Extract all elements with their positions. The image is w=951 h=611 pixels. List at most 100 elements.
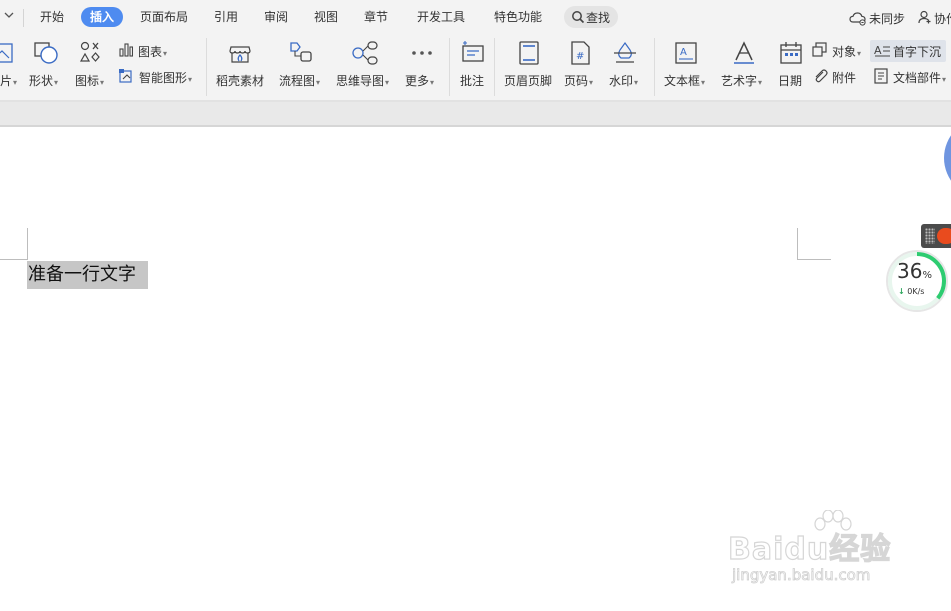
doc-parts-label: 文档部件: [893, 71, 942, 85]
memory-percent: 36%: [897, 259, 932, 283]
memory-percent-value: 36: [897, 259, 923, 283]
doc-parts-icon: [874, 68, 888, 84]
memory-percent-unit: %: [922, 270, 932, 281]
textbox-button[interactable]: A 文本框▾: [663, 40, 713, 92]
margin-corner-marker-right: [797, 228, 798, 260]
watermark-button[interactable]: 水印▾: [608, 40, 648, 92]
sogou-logo-icon: [937, 228, 951, 244]
page-number-icon: #: [571, 41, 590, 65]
search-icon: [572, 11, 585, 24]
daoke-material-label: 稻壳素材: [216, 74, 265, 88]
floating-toolbar-widget[interactable]: [921, 224, 951, 248]
bar-chart-icon: [119, 43, 133, 57]
object-icon: [812, 42, 827, 57]
search-label: 查找: [586, 11, 611, 25]
paperclip-icon: [815, 69, 828, 83]
tab-developer[interactable]: 开发工具: [417, 7, 465, 27]
date-button[interactable]: 日期: [776, 40, 806, 92]
collaborate-label: 协作: [934, 12, 951, 26]
more-dots-icon: [412, 51, 432, 55]
cloud-icon: [849, 12, 866, 26]
watermark-url: jingyan.baidu.com: [732, 566, 871, 585]
insert-ribbon: 片▾ 形状▾ 图标▾ 图表▾ 智能图形▾ 稻壳素材 流程图▾ 思维导图▾ 更多▾…: [0, 36, 951, 100]
user-icon: [918, 10, 931, 24]
drop-cap-label: 首字下沉: [893, 45, 942, 59]
ribbon-divider: [449, 38, 450, 96]
header-footer-icon: [519, 41, 539, 65]
date-label: 日期: [778, 74, 803, 88]
margin-corner-marker-right: [797, 259, 831, 260]
daoke-material-button[interactable]: 稻壳素材: [214, 40, 266, 92]
icons-library-icon: [79, 41, 100, 62]
comment-label: 批注: [460, 74, 485, 88]
picture-icon: [0, 43, 13, 63]
object-label: 对象: [832, 45, 857, 59]
search-button[interactable]: 查找: [564, 6, 618, 28]
icons-label: 图标: [75, 74, 100, 88]
tab-references[interactable]: 引用: [214, 7, 238, 27]
quick-access-dropdown-icon[interactable]: [4, 10, 16, 24]
watermark-label: 水印: [609, 74, 634, 88]
svg-text:A: A: [874, 44, 882, 57]
header-footer-button[interactable]: 页眉页脚: [503, 40, 555, 92]
drop-cap-button[interactable]: A 首字下沉: [870, 40, 946, 62]
drop-cap-icon: A: [874, 44, 890, 57]
attachment-label: 附件: [832, 71, 857, 85]
chart-label: 图表: [138, 45, 163, 59]
tab-special-features[interactable]: 特色功能: [494, 7, 542, 27]
mindmap-icon: [352, 41, 378, 65]
mindmap-button[interactable]: 思维导图▾: [335, 40, 395, 92]
svg-text:#: #: [576, 51, 584, 62]
tab-chapter[interactable]: 章节: [364, 7, 388, 27]
header-footer-label: 页眉页脚: [504, 74, 553, 88]
menu-divider: [23, 9, 24, 27]
calendar-icon: [780, 42, 802, 64]
textbox-label: 文本框: [664, 74, 701, 88]
more-button[interactable]: 更多▾: [404, 40, 440, 92]
wordart-button[interactable]: 艺术字▾: [720, 40, 770, 92]
comment-button[interactable]: 批注: [458, 40, 488, 92]
network-speed-widget[interactable]: 36% ↓ 0K/s: [885, 249, 949, 313]
watermark-brand: Baidu经验: [727, 531, 892, 567]
tab-page-layout[interactable]: 页面布局: [140, 7, 188, 27]
wps-writer-window: 开始 插入 页面布局 引用 审阅 视图 章节 开发工具 特色功能 查找 未同步: [0, 0, 951, 611]
sync-status-label: 未同步: [869, 12, 906, 26]
selected-document-text[interactable]: 准备一行文字: [27, 261, 148, 289]
tab-home[interactable]: 开始: [40, 7, 64, 27]
wordart-icon: [734, 41, 754, 64]
page-number-label: 页码: [564, 74, 589, 88]
download-arrow-icon: ↓: [898, 287, 905, 296]
flowchart-label: 流程图: [279, 74, 316, 88]
shape-icon: [34, 42, 58, 64]
tab-view[interactable]: 视图: [314, 7, 338, 27]
picture-label: 片: [0, 74, 13, 88]
page-number-button[interactable]: # 页码▾: [564, 40, 602, 92]
smart-shape-button[interactable]: 智能图形▾: [119, 67, 201, 87]
icons-button[interactable]: 图标▾: [74, 40, 114, 92]
baidu-jingyan-watermark: Baidu经验 jingyan.baidu.com: [727, 510, 928, 594]
flowchart-button[interactable]: 流程图▾: [278, 40, 326, 92]
picture-button[interactable]: 片▾: [0, 40, 20, 92]
margin-corner-marker-left: [0, 259, 28, 260]
tab-insert[interactable]: 插入: [81, 7, 124, 27]
mindmap-label: 思维导图: [336, 74, 385, 88]
comment-icon: [462, 41, 484, 62]
store-icon: [229, 46, 251, 63]
shape-label: 形状: [29, 74, 54, 88]
more-label: 更多: [405, 74, 430, 88]
textbox-icon: A: [675, 42, 697, 64]
svg-text:A: A: [680, 47, 687, 58]
drag-handle-icon[interactable]: [925, 228, 935, 244]
shape-button[interactable]: 形状▾: [28, 40, 68, 92]
wordart-label: 艺术字: [721, 74, 758, 88]
chart-button[interactable]: 图表▾: [119, 41, 179, 61]
download-rate: ↓ 0K/s: [898, 287, 924, 296]
doc-parts-button[interactable]: 文档部件▾: [874, 67, 951, 87]
ribbon-divider: [494, 38, 495, 96]
attachment-button[interactable]: 附件: [812, 67, 862, 87]
object-button[interactable]: 对象▾: [812, 41, 868, 61]
ribbon-divider: [654, 38, 655, 96]
tab-review[interactable]: 审阅: [264, 7, 288, 27]
smart-shape-label: 智能图形: [139, 71, 188, 85]
download-rate-value: 0K/s: [907, 287, 925, 296]
